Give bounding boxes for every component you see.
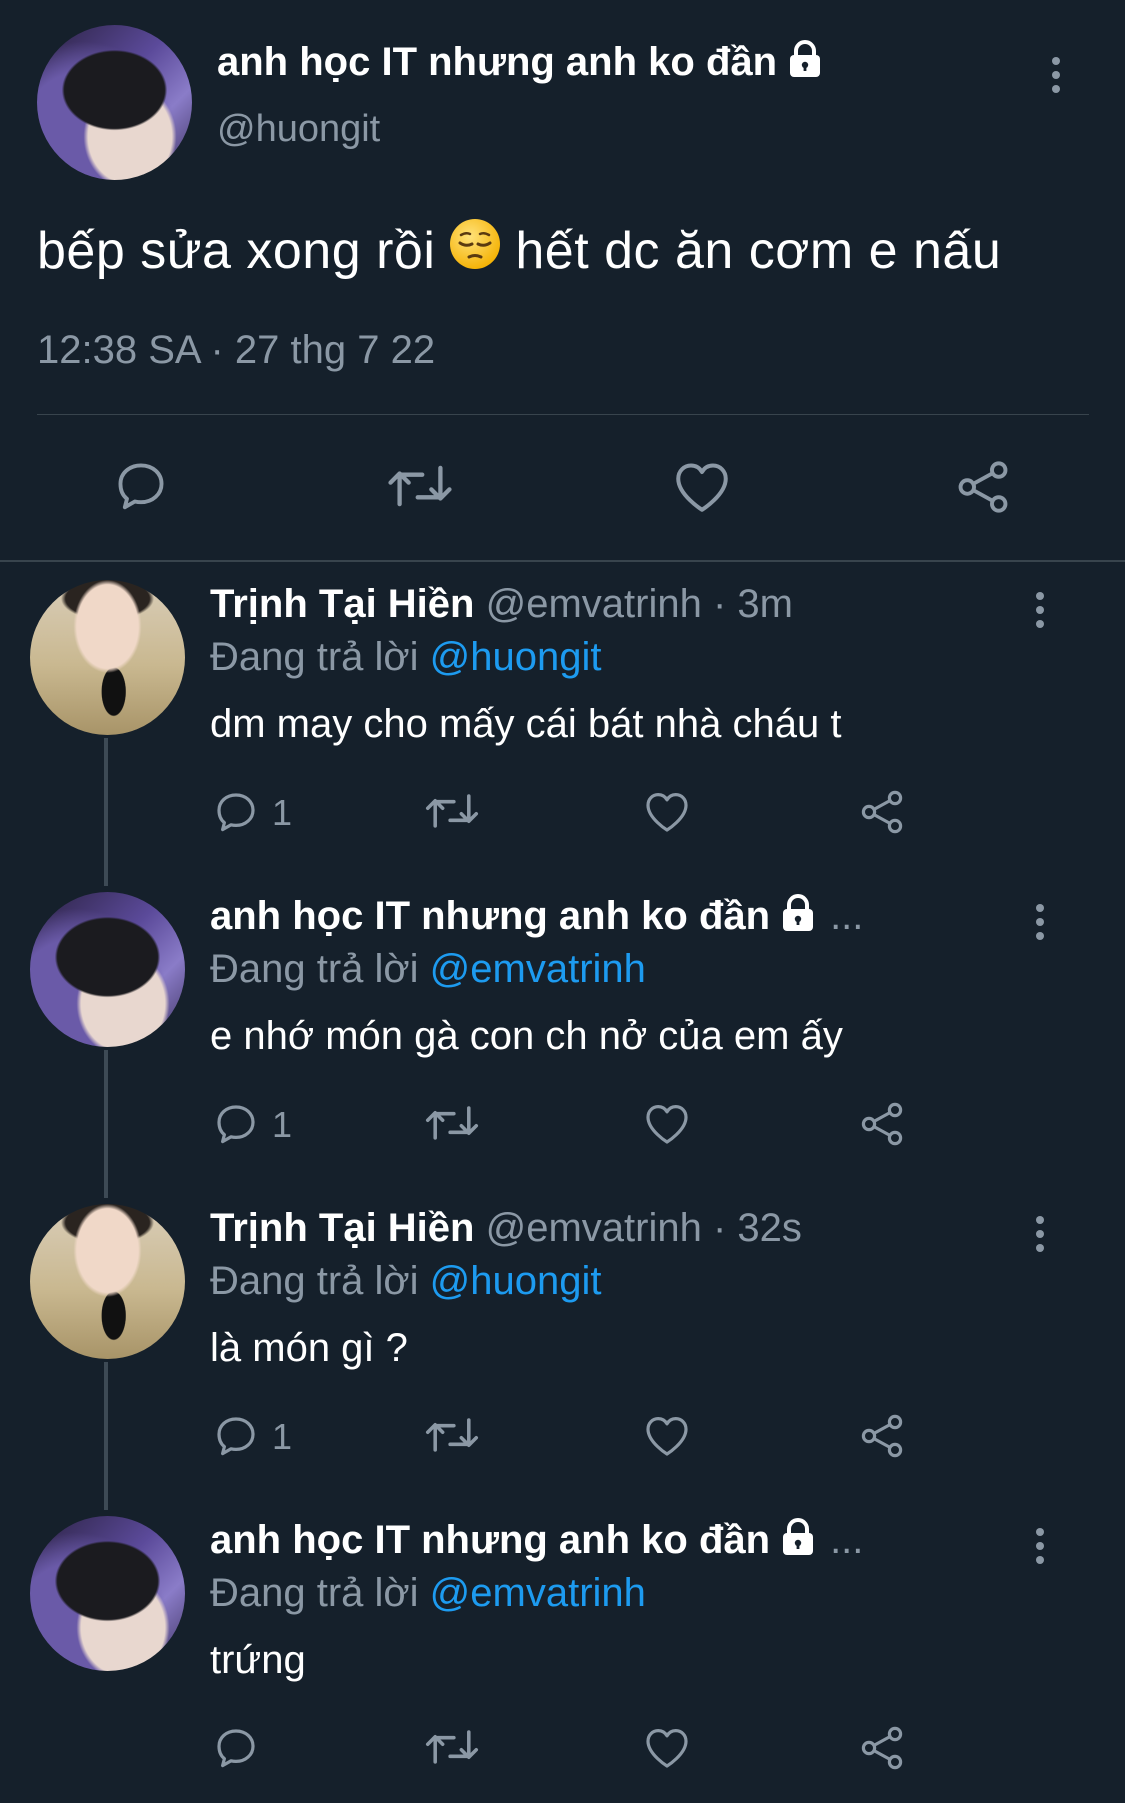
tweet-text: bếp sửa xong rồi hết dc ăn cơm e nấu [37,218,1001,291]
reply-count: 1 [272,1416,293,1457]
lock-icon [787,40,823,88]
reply-header: Trịnh Tại Hiền @emvatrinh · 3m [210,582,793,627]
reply-icon[interactable] [212,1412,260,1465]
name-truncation: ... [830,894,864,938]
pensive-face-emoji-icon [449,218,501,283]
reply-icon[interactable] [112,457,170,520]
reply-header: Trịnh Tại Hiền @emvatrinh · 32s [210,1206,802,1251]
reply-handle-time[interactable]: @emvatrinh · 32s [486,1206,802,1250]
like-heart-icon[interactable] [643,1412,691,1463]
share-icon[interactable] [954,458,1012,521]
share-icon[interactable] [858,1100,906,1153]
replying-to-mention[interactable]: @emvatrinh [430,947,646,991]
reply-item[interactable]: Trịnh Tại Hiền @emvatrinh · 32s Đang trả… [0,1204,1125,1494]
divider [37,414,1089,415]
reply-author-name[interactable]: Trịnh Tại Hiền [210,582,474,626]
share-icon[interactable] [858,788,906,841]
more-options-icon[interactable] [1034,902,1046,947]
retweet-icon[interactable] [386,458,454,519]
reply-avatar[interactable] [30,892,185,1047]
more-options-icon[interactable] [1034,1526,1046,1571]
replying-to-label: Đang trả lời [210,1571,419,1615]
main-tweet: anh học IT nhưng anh ko đần @huongit bếp… [0,0,1125,560]
more-options-icon[interactable] [1050,55,1062,100]
like-heart-icon[interactable] [643,1100,691,1151]
reply-icon[interactable] [212,788,260,841]
reply-header: anh học IT nhưng anh ko đần... [210,894,863,942]
reply-avatar[interactable] [30,1204,185,1359]
tweet-timestamp[interactable]: 12:38 SA · 27 thg 7 22 [37,328,435,373]
replying-to-mention[interactable]: @emvatrinh [430,1571,646,1615]
reply-item[interactable]: anh học IT nhưng anh ko đần... Đang trả … [0,1516,1125,1803]
replying-to: Đang trả lời @huongit [210,1259,602,1304]
replying-to-label: Đang trả lời [210,635,419,679]
lock-icon [780,1518,816,1566]
reply-text: là món gì ? [210,1326,408,1370]
author-handle[interactable]: @huongit [217,108,380,151]
reply-text: e nhớ món gà con ch nở của em ấy [210,1014,843,1058]
reply-header: anh học IT nhưng anh ko đần... [210,1518,863,1566]
reply-avatar[interactable] [30,580,185,735]
retweet-icon[interactable] [424,1412,480,1463]
reply-item[interactable]: Trịnh Tại Hiền @emvatrinh · 3m Đang trả … [0,580,1125,870]
replying-to-mention[interactable]: @huongit [430,1259,602,1303]
author-name-row[interactable]: anh học IT nhưng anh ko đần [217,40,823,88]
retweet-icon[interactable] [424,1100,480,1151]
replying-to-mention[interactable]: @huongit [430,635,602,679]
lock-icon [780,894,816,942]
like-heart-icon[interactable] [643,788,691,839]
more-options-icon[interactable] [1034,590,1046,635]
reply-handle-time[interactable]: @emvatrinh · 3m [486,582,793,626]
reply-author-name[interactable]: anh học IT nhưng anh ko đần [210,894,770,938]
like-heart-icon[interactable] [643,1724,691,1775]
author-name[interactable]: anh học IT nhưng anh ko đần [217,40,777,84]
name-truncation: ... [830,1518,864,1562]
tweet-text-part-1: bếp sửa xong rồi [37,222,436,281]
reply-count: 1 [272,792,293,833]
author-avatar[interactable] [37,25,192,180]
replying-to: Đang trả lời @emvatrinh [210,947,646,992]
tweet-text-part-2: hết dc ăn cơm e nấu [515,222,1002,281]
like-heart-icon[interactable] [672,458,732,519]
more-options-icon[interactable] [1034,1214,1046,1259]
replying-to: Đang trả lời @huongit [210,635,602,680]
share-icon[interactable] [858,1412,906,1465]
share-icon[interactable] [858,1724,906,1777]
reply-text: trứng [210,1638,306,1682]
retweet-icon[interactable] [424,788,480,839]
replying-to-label: Đang trả lời [210,947,419,991]
reply-avatar[interactable] [30,1516,185,1671]
retweet-icon[interactable] [424,1724,480,1775]
section-divider [0,560,1125,562]
reply-text: dm may cho mấy cái bát nhà cháu t [210,702,842,746]
replying-to-label: Đang trả lời [210,1259,419,1303]
replying-to: Đang trả lời @emvatrinh [210,1571,646,1616]
reply-icon[interactable] [212,1724,260,1777]
reply-count: 1 [272,1104,293,1145]
reply-author-name[interactable]: anh học IT nhưng anh ko đần [210,1518,770,1562]
reply-icon[interactable] [212,1100,260,1153]
reply-author-name[interactable]: Trịnh Tại Hiền [210,1206,474,1250]
reply-item[interactable]: anh học IT nhưng anh ko đần... Đang trả … [0,892,1125,1182]
